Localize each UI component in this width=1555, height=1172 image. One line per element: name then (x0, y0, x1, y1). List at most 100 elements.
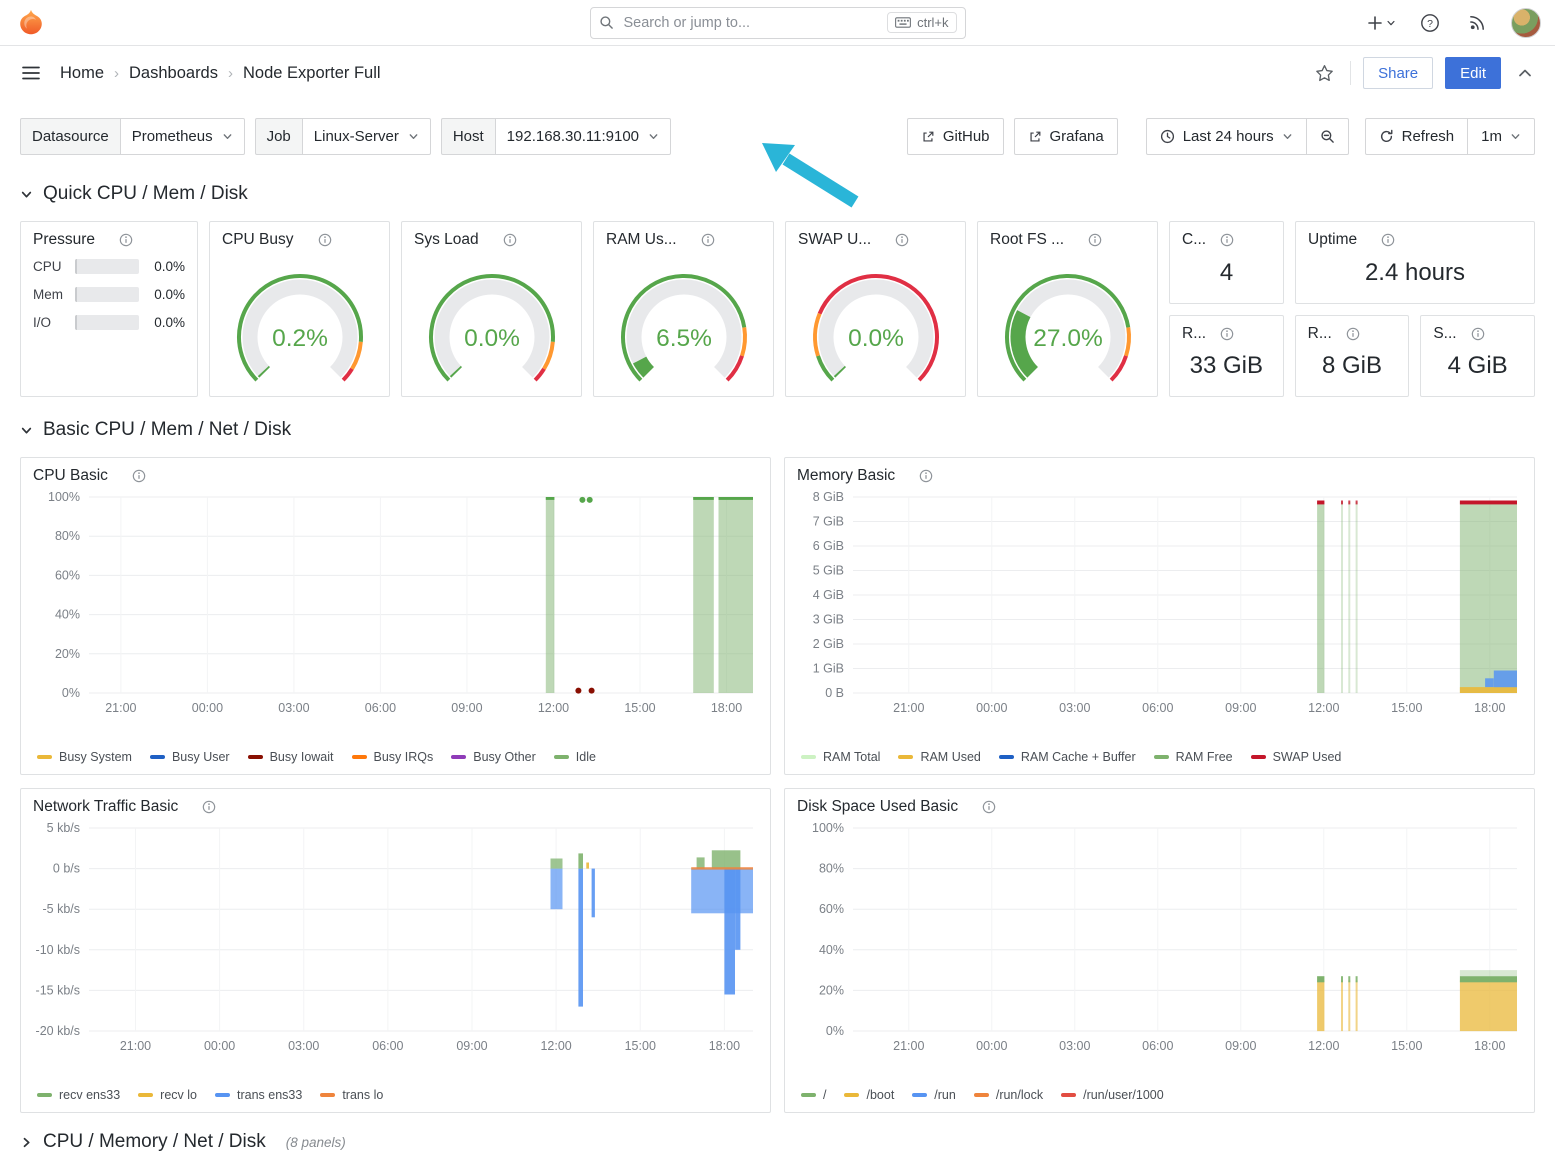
chevron-down-icon (408, 131, 419, 142)
info-icon[interactable] (1381, 233, 1395, 247)
legend-item[interactable]: /run/user/1000 (1061, 1088, 1164, 1102)
legend-swatch (37, 1093, 52, 1097)
info-icon[interactable] (1346, 327, 1360, 341)
search-box[interactable]: ctrl+k (590, 7, 966, 39)
legend-item[interactable]: trans ens33 (215, 1088, 302, 1102)
svg-text:21:00: 21:00 (105, 701, 136, 715)
info-icon[interactable] (132, 469, 146, 483)
svg-text:12:00: 12:00 (1308, 701, 1339, 715)
memory-basic-chart[interactable]: 8 GiB7 GiB6 GiB5 GiB4 GiB3 GiB2 GiB1 GiB… (785, 487, 1534, 747)
legend-swatch (138, 1093, 153, 1097)
legend-swatch (215, 1093, 230, 1097)
new-button[interactable] (1367, 15, 1396, 31)
svg-text:06:00: 06:00 (365, 701, 396, 715)
legend-item[interactable]: /boot (844, 1088, 894, 1102)
job-select[interactable]: Linux-Server (303, 118, 431, 155)
panel-title: Pressure (33, 231, 95, 249)
info-icon[interactable] (982, 800, 996, 814)
info-icon[interactable] (1088, 233, 1102, 247)
menu-toggle-button[interactable] (18, 62, 44, 84)
legend-item[interactable]: Busy System (37, 750, 132, 764)
news-button[interactable] (1464, 9, 1491, 36)
info-icon[interactable] (202, 800, 216, 814)
favorite-button[interactable] (1311, 60, 1338, 86)
external-link-icon (1028, 130, 1042, 144)
search-input[interactable] (622, 14, 880, 32)
zoom-out-button[interactable] (1307, 118, 1349, 155)
legend-item[interactable]: Busy Iowait (248, 750, 334, 764)
host-select[interactable]: 192.168.30.11:9100 (496, 118, 671, 155)
panel-cpu-basic: CPU Basic 100%80%60%40%20%0%21:0000:0003… (20, 457, 771, 775)
breadcrumb-dashboards[interactable]: Dashboards (129, 64, 218, 83)
svg-text:5 GiB: 5 GiB (813, 564, 844, 578)
refresh-button[interactable]: Refresh (1365, 118, 1469, 155)
svg-text:03:00: 03:00 (288, 1039, 319, 1053)
section-quick[interactable]: Quick CPU / Mem / Disk (0, 183, 1555, 205)
legend-swatch (999, 755, 1014, 759)
refresh-interval-select[interactable]: 1m (1468, 118, 1535, 155)
collapse-topbar-button[interactable] (1513, 61, 1537, 85)
grafana-link-button[interactable]: Grafana (1014, 118, 1118, 155)
legend-item[interactable]: / (801, 1088, 826, 1102)
avatar[interactable] (1511, 8, 1541, 38)
info-icon[interactable] (119, 233, 133, 247)
cpu-basic-chart[interactable]: 100%80%60%40%20%0%21:0000:0003:0006:0009… (21, 487, 770, 747)
network-traffic-chart[interactable]: 5 kb/s0 b/s-5 kb/s-10 kb/s-15 kb/s-20 kb… (21, 818, 770, 1085)
time-range-picker[interactable]: Last 24 hours (1146, 118, 1307, 155)
breadcrumb-home[interactable]: Home (60, 64, 104, 83)
legend-item[interactable]: recv lo (138, 1088, 197, 1102)
legend-item[interactable]: Idle (554, 750, 596, 764)
info-icon[interactable] (503, 233, 517, 247)
grafana-logo[interactable] (14, 6, 48, 40)
section-quick-title: Quick CPU / Mem / Disk (43, 183, 248, 205)
legend-item[interactable]: Busy Other (451, 750, 536, 764)
section-cpu-memory-net-disk[interactable]: CPU / Memory / Net / Disk (8 panels) (0, 1131, 1555, 1153)
share-button[interactable]: Share (1363, 57, 1433, 89)
legend-item[interactable]: RAM Total (801, 750, 880, 764)
github-link-button[interactable]: GitHub (907, 118, 1004, 155)
legend-label: Busy Iowait (270, 750, 334, 764)
legend-item[interactable]: Busy User (150, 750, 230, 764)
breadcrumb-bar: Home › Dashboards › Node Exporter Full S… (0, 46, 1555, 100)
svg-text:0%: 0% (826, 1024, 844, 1038)
legend-label: /run/lock (996, 1088, 1043, 1102)
section-basic-title: Basic CPU / Mem / Net / Disk (43, 419, 291, 441)
section-basic[interactable]: Basic CPU / Mem / Net / Disk (0, 419, 1555, 441)
legend-item[interactable]: Busy IRQs (352, 750, 434, 764)
pressure-body: CPU 0.0% Mem 0.0% I/O 0.0% (21, 251, 197, 336)
legend-item[interactable]: trans lo (320, 1088, 383, 1102)
legend-swatch (150, 755, 165, 759)
top-bar: ctrl+k ? (0, 0, 1555, 46)
legend-item[interactable]: recv ens33 (37, 1088, 120, 1102)
info-icon[interactable] (318, 233, 332, 247)
memory-basic-legend: RAM Total RAM Used RAM Cache + Buffer RAM F… (785, 747, 1534, 774)
info-icon[interactable] (919, 469, 933, 483)
legend-item[interactable]: /run (912, 1088, 956, 1102)
legend-item[interactable]: RAM Used (898, 750, 980, 764)
legend-item[interactable]: SWAP Used (1251, 750, 1342, 764)
help-button[interactable]: ? (1416, 9, 1444, 37)
info-icon[interactable] (895, 233, 909, 247)
edit-button[interactable]: Edit (1445, 57, 1501, 89)
info-icon[interactable] (701, 233, 715, 247)
info-icon[interactable] (1471, 327, 1485, 341)
svg-text:1 GiB: 1 GiB (813, 662, 844, 676)
svg-text:18:00: 18:00 (1474, 701, 1505, 715)
legend-item[interactable]: /run/lock (974, 1088, 1043, 1102)
panel-title: Memory Basic (797, 467, 895, 485)
info-icon[interactable] (1220, 327, 1234, 341)
panel-title: R... (1308, 325, 1332, 343)
info-icon[interactable] (1220, 233, 1234, 247)
keyboard-icon (895, 17, 911, 28)
legend-item[interactable]: RAM Free (1154, 750, 1233, 764)
legend-swatch (898, 755, 913, 759)
panel-title: C... (1182, 231, 1206, 249)
disk-space-chart[interactable]: 100%80%60%40%20%0%21:0000:0003:0006:0009… (785, 818, 1534, 1085)
svg-text:6 GiB: 6 GiB (813, 539, 844, 553)
datasource-select[interactable]: Prometheus (121, 118, 245, 155)
pressure-row-value: 0.0% (147, 315, 185, 330)
host-label: Host (441, 118, 496, 155)
legend-item[interactable]: RAM Cache + Buffer (999, 750, 1136, 764)
sys-load-gauge: 0.0% (402, 251, 581, 396)
svg-text:100%: 100% (812, 821, 844, 835)
